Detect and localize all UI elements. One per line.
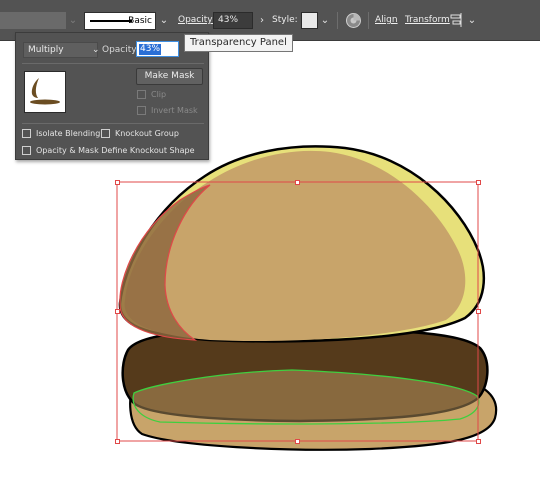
make-mask-button[interactable]: Make Mask xyxy=(136,68,203,85)
invert-mask-label: Invert Mask xyxy=(151,106,198,115)
isolate-blending-checkbox[interactable] xyxy=(22,129,31,138)
chevron-down-icon: ⌄ xyxy=(92,45,100,55)
blend-mode-select[interactable]: Multiply ⌄ xyxy=(23,42,100,58)
isolate-blending-row: Isolate Blending xyxy=(22,128,102,140)
knockout-group-row: Knockout Group xyxy=(101,128,201,140)
invert-mask-checkbox[interactable] xyxy=(137,106,146,115)
bounding-box-handle[interactable] xyxy=(476,439,481,444)
bounding-box-handle[interactable] xyxy=(295,180,300,185)
invert-mask-checkbox-row: Invert Mask xyxy=(137,105,207,117)
panel-divider xyxy=(22,63,204,64)
bounding-box-handle[interactable] xyxy=(115,180,120,185)
clip-label: Clip xyxy=(151,90,167,99)
panel-opacity-input[interactable]: 43% xyxy=(136,41,179,57)
clip-checkbox[interactable] xyxy=(137,90,146,99)
knockout-group-label: Knockout Group xyxy=(115,129,179,138)
bounding-box-handle[interactable] xyxy=(476,180,481,185)
clip-checkbox-row: Clip xyxy=(137,89,197,101)
bounding-box-handle[interactable] xyxy=(295,439,300,444)
panel-opacity-label: Opacity: xyxy=(102,45,139,55)
panel-opacity-value: 43% xyxy=(139,44,162,55)
opacity-mask-knockout-checkbox[interactable] xyxy=(22,146,31,155)
object-thumbnail[interactable] xyxy=(24,71,66,113)
knockout-group-checkbox[interactable] xyxy=(101,129,110,138)
bounding-box-handle[interactable] xyxy=(476,309,481,314)
isolate-blending-label: Isolate Blending xyxy=(36,129,101,138)
bounding-box-handle[interactable] xyxy=(115,309,120,314)
transparency-panel: Multiply ⌄ Opacity: 43% › Make Mask Clip… xyxy=(15,32,209,160)
illustrator-window: ⌄ Basic ⌄ Opacity: 43% › Style: ⌄ Align … xyxy=(0,0,540,479)
opacity-mask-knockout-label: Opacity & Mask Define Knockout Shape xyxy=(36,146,195,155)
panel-divider xyxy=(22,123,204,124)
blend-mode-value: Multiply xyxy=(28,45,64,55)
opacity-mask-knockout-row: Opacity & Mask Define Knockout Shape xyxy=(22,145,202,157)
tooltip: Transparency Panel xyxy=(184,34,293,52)
thumbnail-preview-icon xyxy=(30,78,60,105)
bounding-box-handle[interactable] xyxy=(115,439,120,444)
